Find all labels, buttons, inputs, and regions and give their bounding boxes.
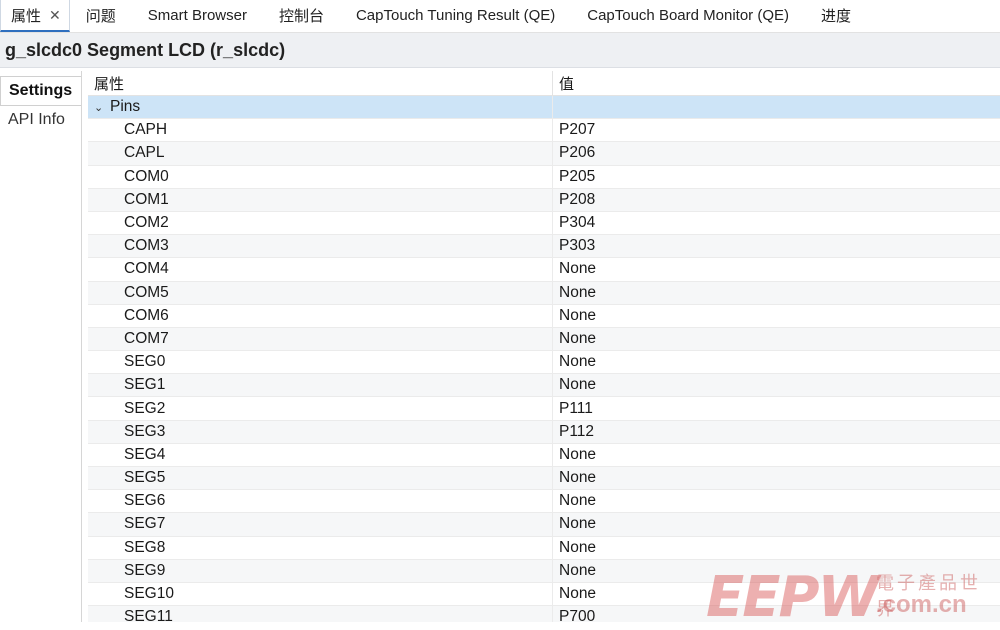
property-value-cell[interactable]: None — [553, 351, 1000, 373]
property-value-cell[interactable]: P208 — [553, 189, 1000, 211]
property-value-cell[interactable]: None — [553, 467, 1000, 489]
tab-smart-browser[interactable]: Smart Browser — [132, 0, 263, 32]
properties-title-bar: g_slcdc0 Segment LCD (r_slcdc) — [0, 33, 1000, 68]
sidebar-item-label: Settings — [9, 82, 73, 99]
tab-properties[interactable]: 属性 ✕ — [0, 0, 70, 32]
table-row[interactable]: COM0 P205 — [88, 165, 1000, 189]
table-row[interactable]: SEG10 None — [88, 582, 1000, 607]
table-row[interactable]: SEG6 None — [88, 490, 1000, 514]
property-value-cell[interactable]: None — [553, 328, 1000, 350]
tab-label: 进度 — [821, 8, 852, 25]
property-name-cell: SEG5 — [88, 467, 553, 490]
close-icon[interactable]: ✕ — [49, 7, 61, 24]
property-name-cell: COM0 — [88, 165, 553, 188]
properties-sidebar: Settings API Info — [0, 71, 82, 622]
property-name-cell: SEG9 — [88, 559, 553, 582]
property-table: 属性 值 ⌄ Pins CAPH P207 CAPL P206 COM0 P205 COM1… — [88, 71, 1000, 622]
table-row[interactable]: SEG1 None — [88, 374, 1000, 398]
table-row[interactable]: SEG5 None — [88, 467, 1000, 491]
property-name-cell: CAPH — [88, 119, 553, 142]
property-value-cell[interactable]: None — [553, 374, 1000, 396]
table-header: 属性 值 — [88, 71, 1000, 96]
tab-label: CapTouch Tuning Result (QE) — [355, 7, 556, 24]
table-row[interactable]: SEG0 None — [88, 351, 1000, 375]
group-label: Pins — [110, 98, 141, 116]
table-row[interactable]: COM2 P304 — [88, 211, 1000, 236]
chevron-down-icon[interactable]: ⌄ — [94, 101, 104, 114]
tab-label: Smart Browser — [147, 7, 247, 24]
property-name-cell: SEG3 — [88, 420, 553, 443]
tab-progress[interactable]: 进度 — [805, 0, 867, 32]
column-header-property[interactable]: 属性 — [88, 71, 553, 95]
table-row[interactable]: CAPH P207 — [88, 119, 1000, 143]
property-name-cell: COM6 — [88, 304, 553, 327]
sidebar-item-label: API Info — [8, 111, 65, 128]
column-header-label: 值 — [559, 75, 575, 93]
property-value-cell[interactable]: None — [553, 444, 1000, 466]
table-row[interactable]: SEG9 None — [88, 559, 1000, 583]
tab-console[interactable]: 控制台 — [263, 0, 340, 32]
property-name-cell: SEG7 — [88, 513, 553, 536]
property-value-cell[interactable]: None — [553, 583, 1000, 605]
property-value-cell[interactable]: None — [553, 305, 1000, 327]
group-row-pins[interactable]: ⌄ Pins — [88, 96, 1000, 120]
property-value-cell[interactable]: P206 — [553, 142, 1000, 164]
property-name-cell: CAPL — [88, 142, 553, 165]
property-value-cell[interactable]: None — [553, 513, 1000, 535]
tab-label: 控制台 — [278, 8, 324, 25]
page-title: g_slcdc0 Segment LCD (r_slcdc) — [5, 39, 286, 60]
sidebar-item-settings[interactable]: Settings — [0, 76, 81, 106]
table-row[interactable]: COM7 None — [88, 327, 1000, 352]
property-value-cell[interactable]: P700 — [553, 606, 1000, 622]
property-value-cell[interactable]: None — [553, 258, 1000, 280]
property-name-cell: COM1 — [88, 188, 553, 211]
property-name-cell: COM7 — [88, 327, 553, 351]
table-row[interactable]: CAPL P206 — [88, 142, 1000, 166]
table-row[interactable]: COM5 None — [88, 281, 1000, 305]
property-name-cell: SEG4 — [88, 443, 553, 466]
table-row[interactable]: SEG2 P111 — [88, 397, 1000, 421]
table-row[interactable]: COM4 None — [88, 258, 1000, 282]
property-name-cell: SEG10 — [88, 582, 553, 606]
property-value-cell[interactable]: P112 — [553, 421, 1000, 443]
property-value-cell[interactable]: None — [553, 560, 1000, 582]
property-name-cell: COM3 — [88, 235, 553, 258]
tab-captouch-board-monitor[interactable]: CapTouch Board Monitor (QE) — [571, 0, 805, 32]
property-value-cell[interactable]: None — [553, 537, 1000, 559]
property-value-cell[interactable]: P111 — [553, 397, 1000, 419]
table-row[interactable]: SEG8 None — [88, 536, 1000, 560]
property-value-cell[interactable]: None — [553, 490, 1000, 512]
property-name-cell: SEG0 — [88, 351, 553, 374]
table-row[interactable]: SEG4 None — [88, 443, 1000, 467]
tab-label: 属性 — [11, 7, 42, 25]
sidebar-item-api-info[interactable]: API Info — [0, 106, 81, 134]
property-value-cell[interactable]: None — [553, 282, 1000, 304]
property-value-cell[interactable]: P205 — [553, 166, 1000, 188]
property-name-cell: SEG1 — [88, 374, 553, 397]
column-header-value[interactable]: 值 — [553, 71, 574, 95]
tab-problems[interactable]: 问题 — [70, 0, 132, 32]
table-row[interactable]: SEG7 None — [88, 513, 1000, 537]
property-value-cell[interactable]: P303 — [553, 235, 1000, 257]
property-name-cell: COM2 — [88, 211, 553, 235]
property-name-cell: SEG11 — [88, 606, 553, 622]
column-header-label: 属性 — [94, 75, 125, 93]
tab-label: 问题 — [85, 8, 116, 25]
table-row[interactable]: SEG11 P700 — [88, 606, 1000, 622]
property-name-cell: SEG2 — [88, 397, 553, 420]
tab-label: CapTouch Board Monitor (QE) — [587, 7, 789, 24]
view-tab-bar: 属性 ✕ 问题 Smart Browser 控制台 CapTouch Tunin… — [0, 0, 1000, 33]
table-row[interactable]: SEG3 P112 — [88, 420, 1000, 444]
table-row[interactable]: COM3 P303 — [88, 235, 1000, 259]
property-name-cell: SEG8 — [88, 536, 553, 559]
property-name-cell: SEG6 — [88, 490, 553, 513]
table-row[interactable]: COM6 None — [88, 304, 1000, 328]
tab-captouch-tuning-result[interactable]: CapTouch Tuning Result (QE) — [340, 0, 571, 32]
property-name-cell: COM4 — [88, 258, 553, 281]
property-value-cell[interactable]: P207 — [553, 119, 1000, 141]
table-row[interactable]: COM1 P208 — [88, 188, 1000, 212]
property-name-cell: COM5 — [88, 281, 553, 304]
property-value-cell[interactable]: P304 — [553, 212, 1000, 234]
